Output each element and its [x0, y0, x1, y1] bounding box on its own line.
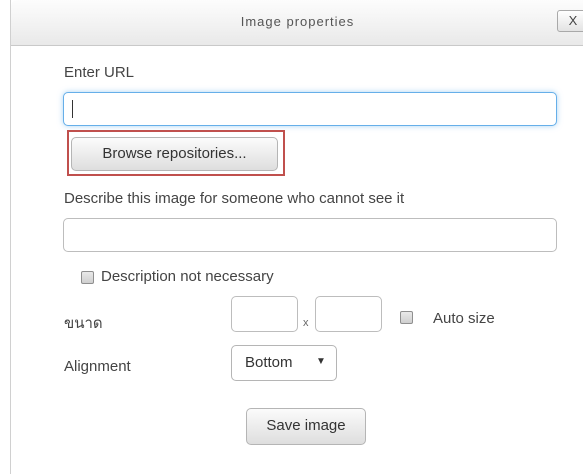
alignment-selected-value: Bottom	[245, 354, 293, 371]
url-input[interactable]	[63, 92, 557, 126]
image-properties-dialog: Image properties X Enter URL Browse repo…	[10, 0, 583, 474]
alignment-select[interactable]: Bottom ▼	[231, 345, 337, 381]
url-label: Enter URL	[64, 64, 135, 81]
description-not-necessary-label: Description not necessary	[101, 268, 274, 285]
description-label: Describe this image for someone who cann…	[64, 190, 405, 207]
close-button[interactable]: X	[557, 10, 583, 32]
dialog-titlebar[interactable]: Image properties X	[11, 0, 583, 46]
height-input[interactable]	[315, 296, 382, 332]
text-caret	[72, 100, 73, 118]
size-separator: x	[303, 317, 309, 329]
description-input[interactable]	[63, 218, 557, 252]
dialog-title: Image properties	[240, 14, 355, 29]
size-label: ขนาด	[64, 315, 103, 332]
save-image-button[interactable]: Save image	[246, 408, 366, 445]
dropdown-arrow-icon: ▼	[316, 356, 326, 367]
width-input[interactable]	[231, 296, 298, 332]
description-not-necessary-checkbox[interactable]	[81, 271, 94, 284]
browse-repositories-button[interactable]: Browse repositories...	[71, 137, 278, 171]
close-icon: X	[568, 13, 578, 28]
auto-size-checkbox[interactable]	[400, 311, 413, 324]
auto-size-label: Auto size	[433, 310, 495, 327]
alignment-label: Alignment	[64, 358, 131, 375]
